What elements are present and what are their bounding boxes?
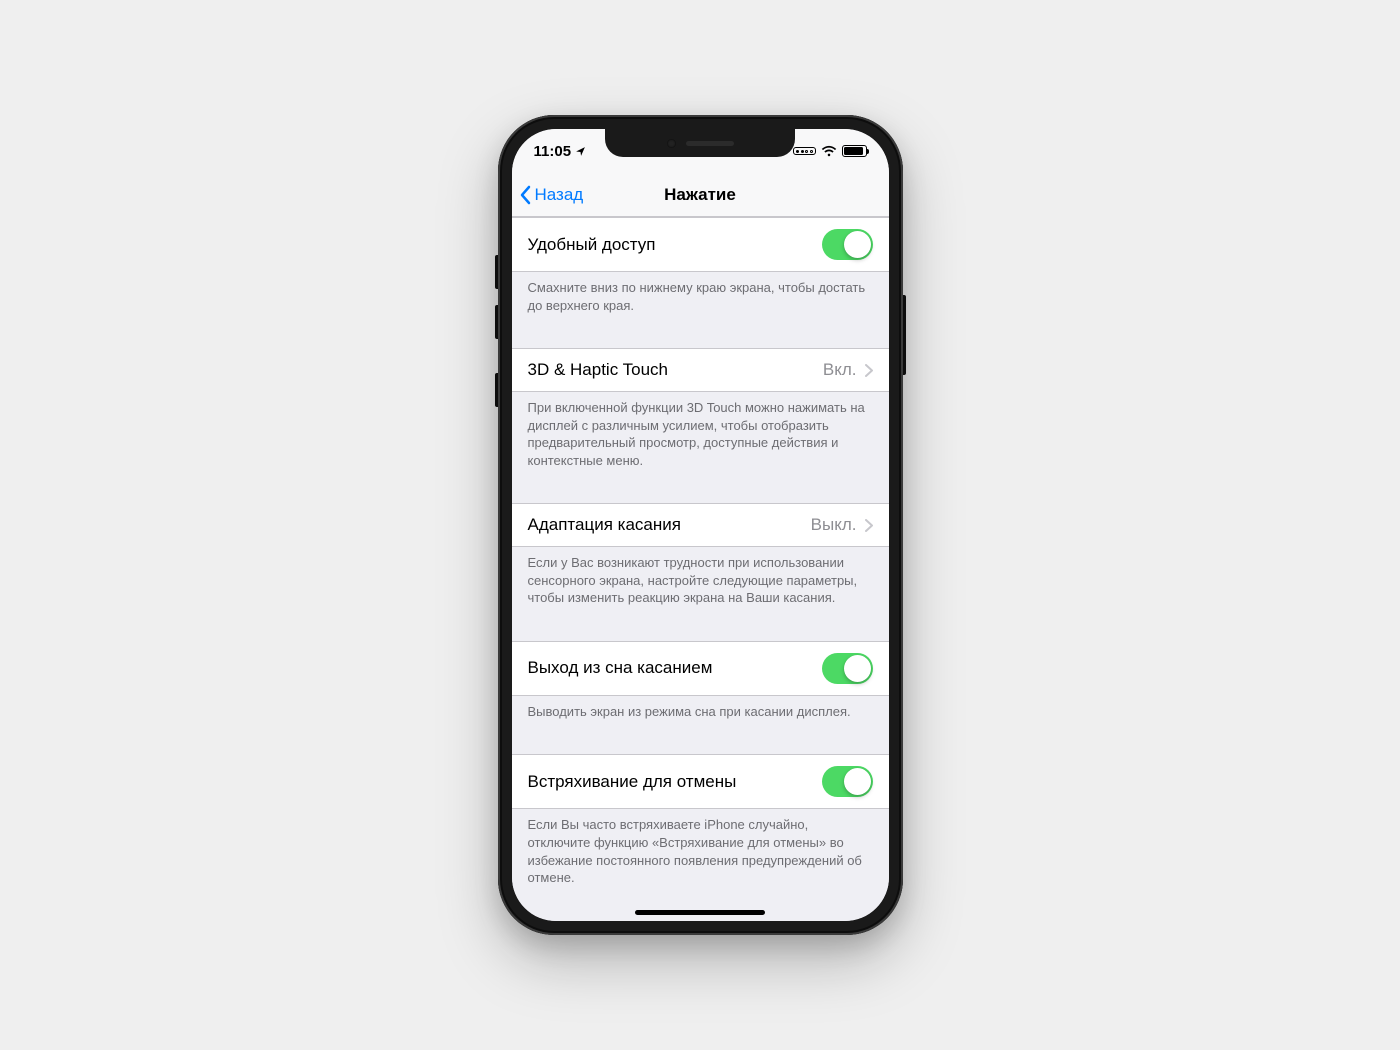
footer-tap-to-wake: Выводить экран из режима сна при касании… xyxy=(512,696,889,729)
footer-haptic: При включенной функции 3D Touch можно на… xyxy=(512,392,889,477)
footer-reachability: Смахните вниз по нижнему краю экрана, чт… xyxy=(512,272,889,322)
chevron-right-icon xyxy=(865,364,873,377)
row-haptic-touch[interactable]: 3D & Haptic Touch Вкл. xyxy=(512,348,889,392)
navigation-bar: Назад Нажатие xyxy=(512,173,889,217)
status-time: 11:05 xyxy=(534,143,572,160)
front-camera xyxy=(667,139,676,148)
phone-frame: 11:05 Назад xyxy=(498,115,903,935)
row-value: Вкл. xyxy=(823,360,857,380)
toggle-shake-undo[interactable] xyxy=(822,766,873,797)
back-button[interactable]: Назад xyxy=(520,173,584,216)
notch xyxy=(605,129,795,157)
back-button-label: Назад xyxy=(535,185,584,205)
group-shake-undo: Встряхивание для отмены Если Вы часто вс… xyxy=(512,754,889,894)
group-touch-accommodations: Адаптация касания Выкл. Если у Вас возни… xyxy=(512,503,889,615)
row-touch-accommodations[interactable]: Адаптация касания Выкл. xyxy=(512,503,889,547)
battery-icon xyxy=(842,145,867,157)
group-haptic: 3D & Haptic Touch Вкл. При включенной фу… xyxy=(512,348,889,477)
chevron-right-icon xyxy=(865,519,873,532)
footer-shake-undo: Если Вы часто встряхиваете iPhone случай… xyxy=(512,809,889,894)
row-label: Выход из сна касанием xyxy=(528,658,713,678)
phone-screen: 11:05 Назад xyxy=(512,129,889,921)
location-icon xyxy=(575,146,586,157)
footer-touch-accommodations: Если у Вас возникают трудности при испол… xyxy=(512,547,889,615)
row-label: 3D & Haptic Touch xyxy=(528,360,668,380)
row-shake-undo[interactable]: Встряхивание для отмены xyxy=(512,754,889,809)
row-label: Адаптация касания xyxy=(528,515,681,535)
row-label: Удобный доступ xyxy=(528,235,656,255)
row-value: Выкл. xyxy=(811,515,857,535)
earpiece-speaker xyxy=(686,141,734,146)
row-tap-to-wake[interactable]: Выход из сна касанием xyxy=(512,641,889,696)
toggle-reachability[interactable] xyxy=(822,229,873,260)
toggle-tap-to-wake[interactable] xyxy=(822,653,873,684)
home-indicator[interactable] xyxy=(635,910,765,915)
group-reachability: Удобный доступ Смахните вниз по нижнему … xyxy=(512,217,889,322)
wifi-icon xyxy=(821,145,837,157)
row-reachability[interactable]: Удобный доступ xyxy=(512,217,889,272)
row-label: Встряхивание для отмены xyxy=(528,772,737,792)
page-title: Нажатие xyxy=(664,185,736,205)
cellular-signal-icon xyxy=(793,147,816,155)
group-tap-to-wake: Выход из сна касанием Выводить экран из … xyxy=(512,641,889,729)
settings-content[interactable]: Удобный доступ Смахните вниз по нижнему … xyxy=(512,217,889,921)
